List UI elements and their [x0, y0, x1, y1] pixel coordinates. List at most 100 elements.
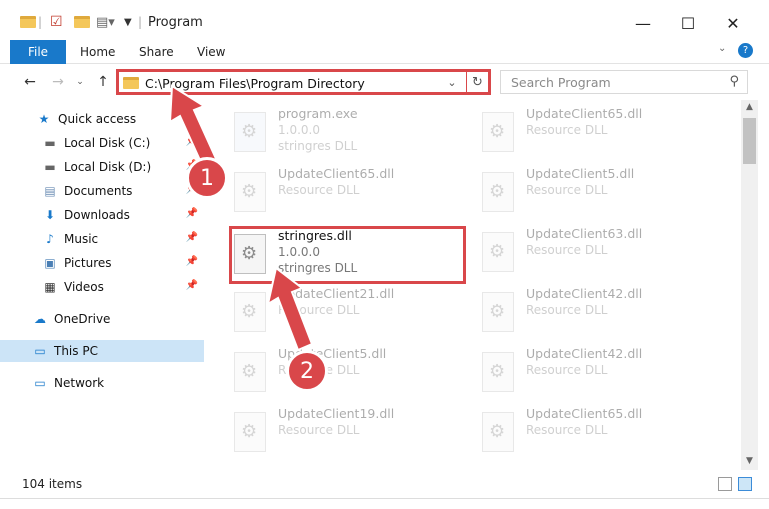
search-icon[interactable]: ⚲ [729, 74, 739, 89]
sidebar-item-videos[interactable]: ▦ Videos 📌 [0, 276, 204, 298]
close-icon[interactable]: ✕ [718, 10, 748, 36]
sidebar-item-label: Documents [64, 184, 133, 198]
search-input[interactable]: Search Program [511, 75, 611, 90]
sidebar-item-label: Music [64, 232, 99, 246]
sidebar-item-label: Videos [64, 280, 104, 294]
dll-file-icon [234, 412, 266, 452]
list-item[interactable]: UpdateClient63.dll Resource DLL [468, 222, 708, 282]
step-badge-1: 1 [186, 157, 228, 199]
sidebar-item-downloads[interactable]: ⬇ Downloads 📌 [0, 204, 204, 226]
sidebar-item-documents[interactable]: ▤ Documents 📌 [0, 180, 204, 202]
sidebar-item-label: Quick access [58, 112, 137, 126]
pin-icon[interactable]: 📌 [186, 232, 198, 243]
music-icon: ♪ [46, 232, 54, 246]
downloads-icon: ⬇ [44, 208, 56, 222]
customize-view-icon[interactable]: ▤▾ [96, 12, 115, 32]
computer-icon: ▭ [34, 344, 46, 358]
chevron-down-icon[interactable]: ⌄ [442, 72, 462, 92]
sidebar-item-network[interactable]: ▭ Network [0, 372, 204, 394]
dll-file-icon [482, 292, 514, 332]
details-view-icon[interactable] [718, 477, 732, 491]
scroll-up-icon[interactable]: ▲ [741, 102, 758, 114]
window-title: Program [148, 15, 203, 30]
pin-icon[interactable]: 📌 [186, 280, 198, 291]
file-description: stringres DLL [278, 139, 358, 153]
forward-icon[interactable]: → [48, 72, 68, 92]
exe-file-icon [234, 112, 266, 152]
address-bar[interactable]: C:\Program Files\Program Directory ⌄ ↻ [116, 69, 491, 95]
minimize-icon[interactable]: — [628, 10, 658, 36]
file-name: UpdateClient21.dll [278, 286, 395, 301]
tab-home[interactable]: Home [80, 45, 115, 59]
file-name: UpdateClient65.dll [526, 406, 643, 421]
file-name: UpdateClient65.dll [278, 166, 395, 181]
sidebar-item-label: Downloads [64, 208, 130, 222]
ribbon-expand-icon[interactable]: ⌄ [718, 43, 726, 54]
list-item[interactable]: UpdateClient42.dll Resource DLL [468, 342, 708, 402]
file-name: UpdateClient19.dll [278, 406, 395, 421]
status-bar: 104 items [0, 472, 769, 498]
file-description: Resource DLL [278, 183, 360, 197]
star-icon: ★ [38, 112, 50, 126]
folder-icon [123, 77, 139, 89]
ribbon: File Home Share View ⌄ ? [0, 40, 769, 64]
list-item[interactable]: UpdateClient65.dll Resource DLL [220, 162, 460, 222]
list-item[interactable]: UpdateClient19.dll Resource DLL [220, 402, 460, 460]
file-highlight-box [229, 226, 466, 284]
up-icon[interactable]: ↑ [93, 72, 113, 92]
recent-locations-icon[interactable]: ⌄ [70, 72, 90, 92]
scroll-down-icon[interactable]: ▼ [741, 456, 758, 468]
list-item[interactable]: UpdateClient65.dll Resource DLL [468, 402, 708, 460]
vertical-scrollbar[interactable]: ▲ ▼ [741, 100, 758, 470]
documents-icon: ▤ [44, 184, 56, 198]
pin-icon[interactable]: 📌 [186, 256, 198, 267]
file-description: Resource DLL [526, 303, 608, 317]
new-folder-icon[interactable] [74, 12, 90, 32]
list-item[interactable]: UpdateClient65.dll Resource DLL [468, 102, 708, 162]
sidebar-item-pictures[interactable]: ▣ Pictures 📌 [0, 252, 204, 274]
sidebar-item-this-pc[interactable]: ▭ This PC [0, 340, 204, 362]
separator: | [38, 15, 43, 29]
sidebar-item-quick-access[interactable]: ★ Quick access [0, 108, 204, 130]
properties-icon[interactable]: ☑ [50, 12, 63, 32]
sidebar-item-local-disk-d[interactable]: ▬ Local Disk (D:) 📌 [0, 156, 204, 178]
drive-icon: ▬ [44, 160, 56, 174]
sidebar-item-music[interactable]: ♪ Music 📌 [0, 228, 204, 250]
list-item[interactable]: UpdateClient5.dll Resource DLL [468, 162, 708, 222]
back-icon[interactable]: ← [20, 72, 40, 92]
list-item[interactable]: program.exe 1.0.0.0 stringres DLL [220, 102, 460, 162]
scrollbar-thumb[interactable] [743, 118, 756, 164]
sidebar-item-onedrive[interactable]: ☁ OneDrive [0, 308, 204, 330]
sidebar-item-local-disk-c[interactable]: ▬ Local Disk (C:) 📌 [0, 132, 204, 154]
file-name: program.exe [278, 106, 358, 121]
quick-access-toolbar-dropdown-icon[interactable]: ▼ [124, 12, 132, 32]
drive-icon: ▬ [44, 136, 56, 150]
file-name: UpdateClient42.dll [526, 286, 643, 301]
separator: | [138, 15, 143, 29]
folder-icon [20, 12, 36, 32]
dll-file-icon [234, 352, 266, 392]
list-item[interactable]: UpdateClient21.dll Resource DLL [220, 282, 460, 342]
tiles-view-icon[interactable] [738, 477, 752, 491]
search-box[interactable]: Search Program ⚲ [500, 70, 748, 94]
file-description: Resource DLL [278, 303, 360, 317]
maximize-icon[interactable]: ☐ [673, 10, 703, 36]
refresh-icon[interactable]: ↻ [466, 71, 488, 93]
dll-file-icon [482, 172, 514, 212]
file-version: 1.0.0.0 [278, 123, 320, 137]
tab-view[interactable]: View [197, 45, 225, 59]
help-icon[interactable]: ? [738, 43, 753, 58]
sidebar-item-label: OneDrive [54, 312, 111, 326]
file-name: UpdateClient42.dll [526, 346, 643, 361]
file-description: Resource DLL [526, 123, 608, 137]
address-path[interactable]: C:\Program Files\Program Directory [145, 76, 365, 91]
pin-icon[interactable]: 📌 [186, 208, 198, 219]
sidebar-item-label: Pictures [64, 256, 112, 270]
list-item[interactable]: UpdateClient42.dll Resource DLL [468, 282, 708, 342]
tab-share[interactable]: Share [139, 45, 174, 59]
tab-file[interactable]: File [10, 40, 66, 64]
pin-icon[interactable]: 📌 [186, 136, 198, 147]
sidebar-item-label: Local Disk (C:) [64, 136, 151, 150]
list-item[interactable]: UpdateClient5.dll Resource DLL [220, 342, 460, 402]
network-icon: ▭ [34, 376, 46, 390]
